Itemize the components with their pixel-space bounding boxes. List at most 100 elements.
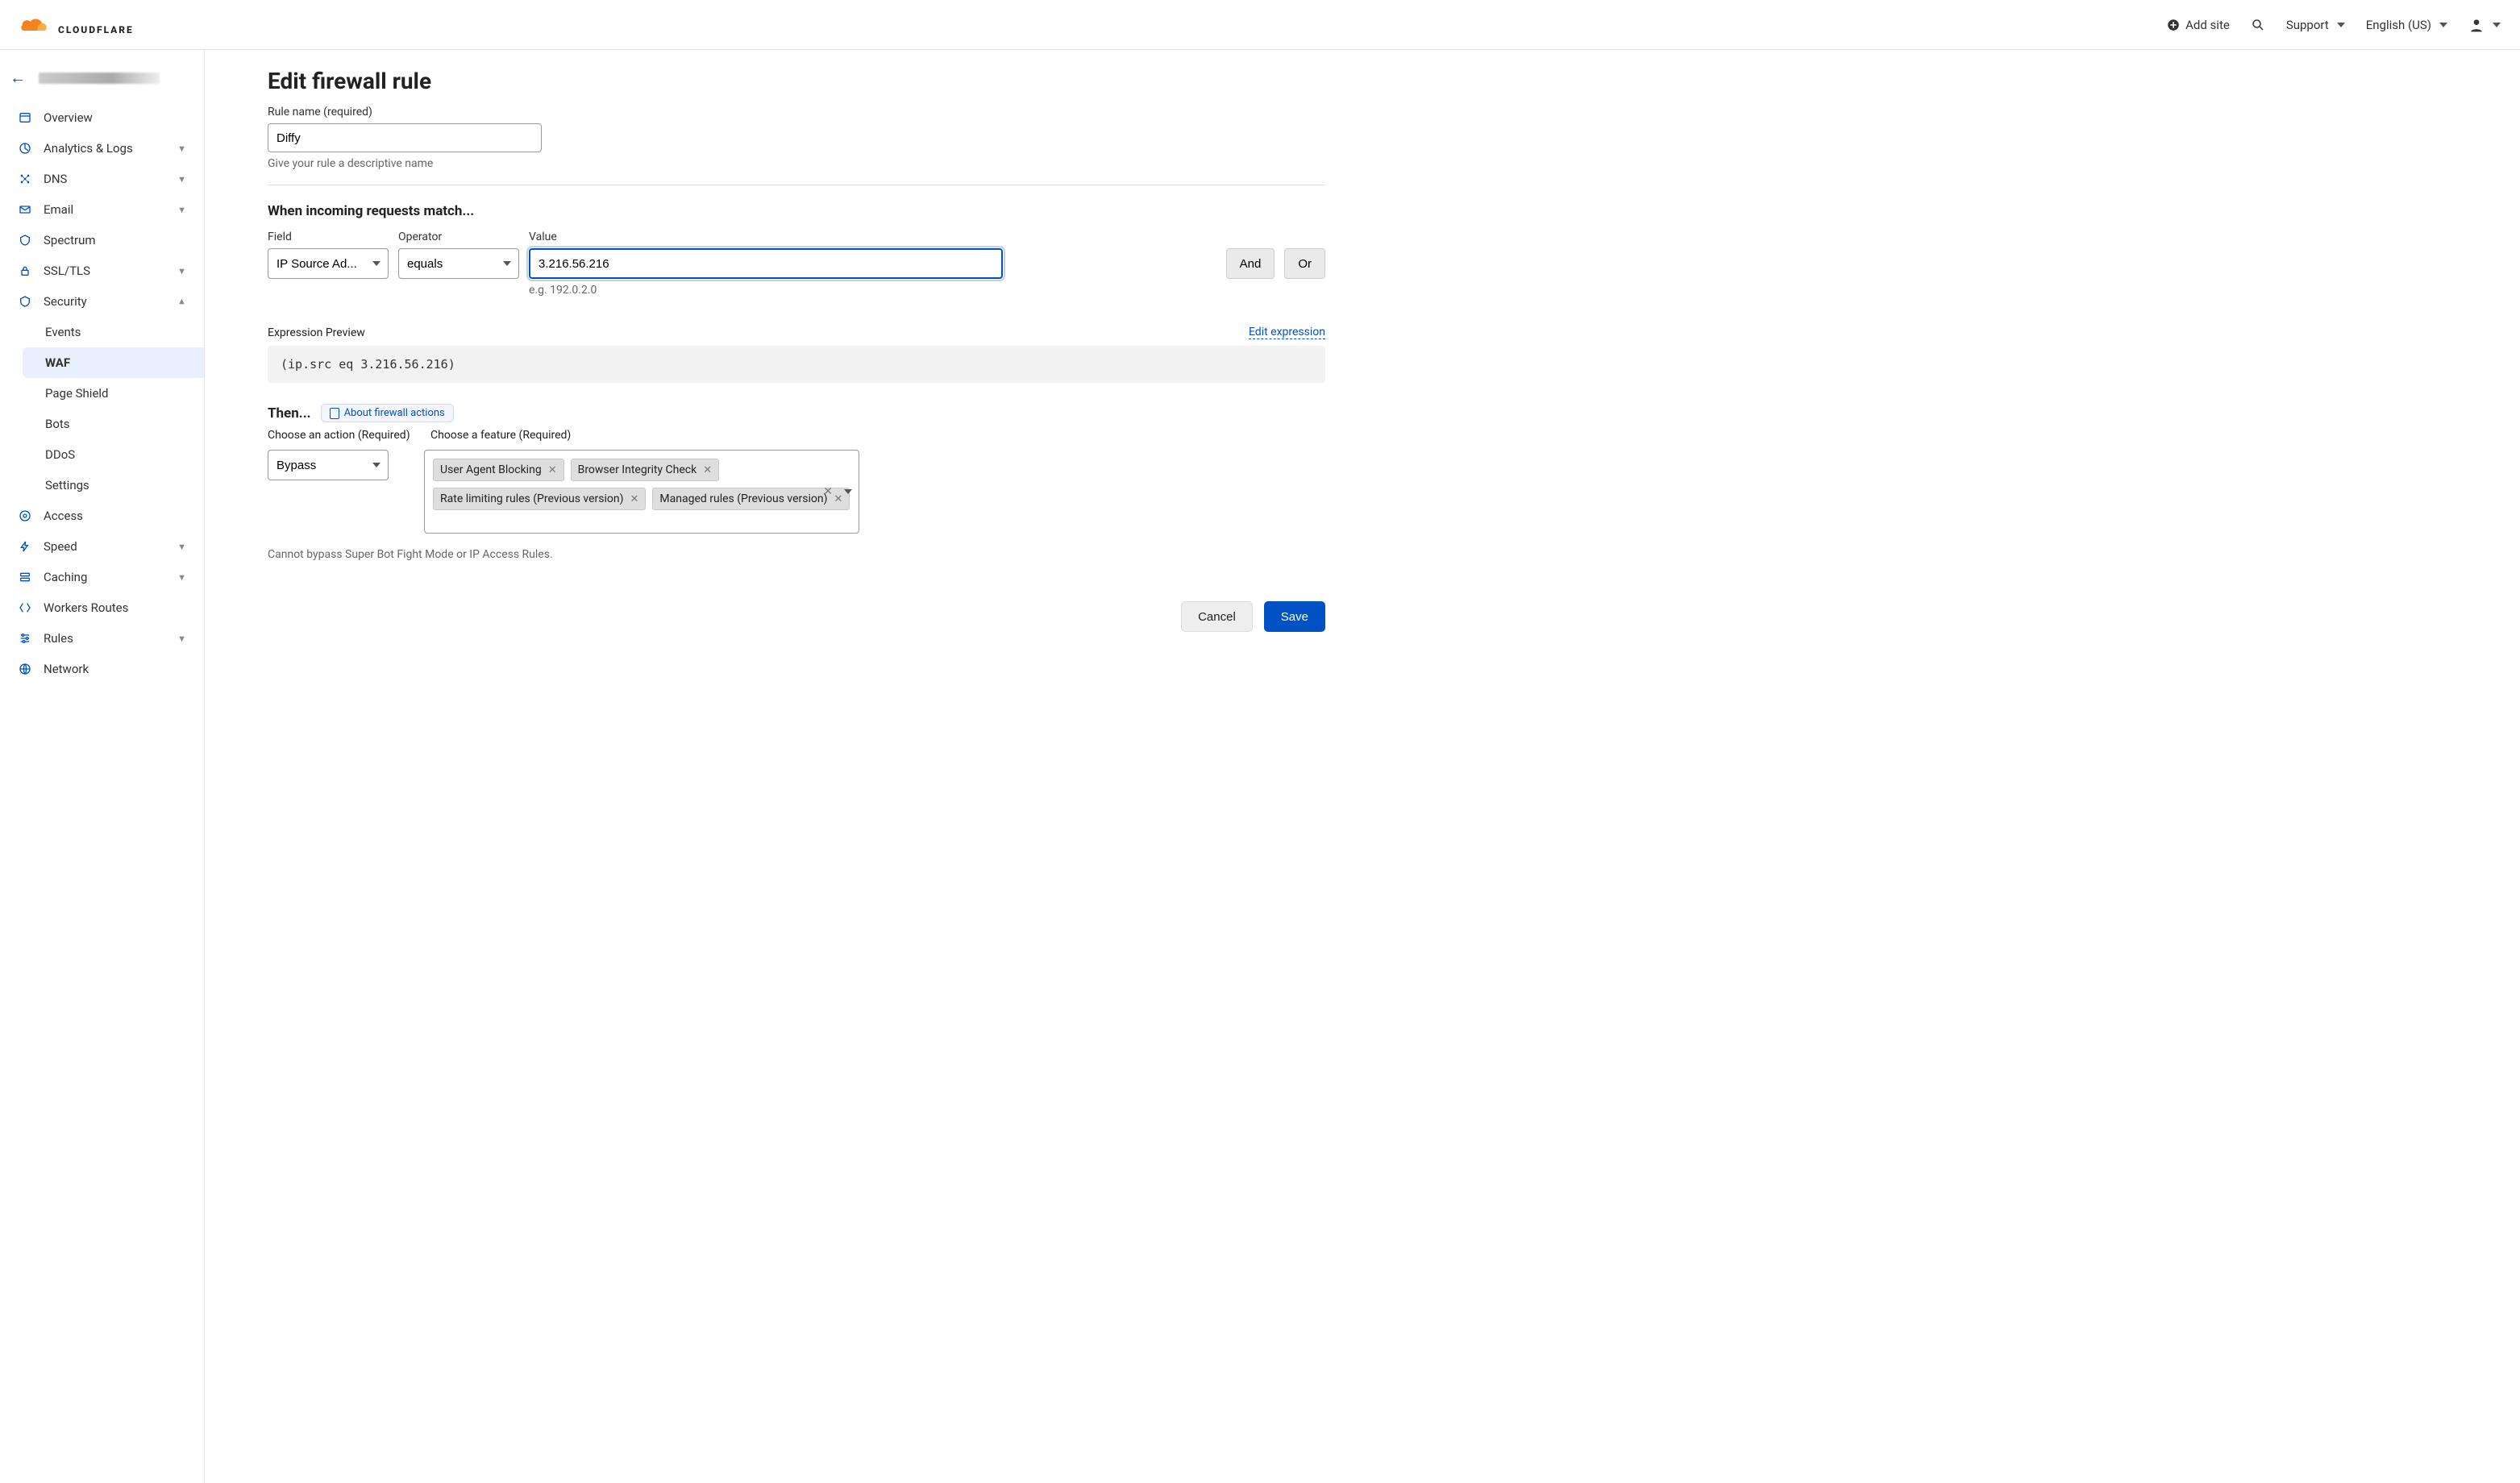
logo-text: CLOUDFLARE (58, 24, 134, 35)
sidebar-item-label: Events (45, 325, 81, 339)
sidebar-item-label: Caching (44, 570, 87, 584)
sidebar-item-label: DNS (44, 172, 67, 186)
sidebar-item-spectrum[interactable]: Spectrum (0, 225, 204, 255)
logo[interactable]: CLOUDFLARE (19, 15, 134, 35)
save-button[interactable]: Save (1264, 601, 1325, 632)
choose-action-label: Choose an action (Required) (268, 429, 422, 442)
sidebar-item-label: DDoS (45, 447, 75, 462)
clear-all-icon[interactable]: ✕ (823, 485, 833, 498)
sidebar-item-dns[interactable]: DNS ▼ (0, 164, 204, 194)
add-site-button[interactable]: Add site (2166, 18, 2230, 32)
sidebar-item-network[interactable]: Network (0, 654, 204, 684)
operator-label: Operator (398, 231, 519, 243)
back-button[interactable]: ← (10, 68, 26, 88)
sidebar-item-overview[interactable]: Overview (0, 102, 204, 133)
feature-tag: Managed rules (Previous version)✕ (652, 488, 850, 510)
sidebar-item-label: Bots (45, 417, 70, 431)
sidebar-item-caching[interactable]: Caching▼ (0, 562, 204, 592)
sidebar-item-security[interactable]: Security ▼ (0, 286, 204, 317)
feature-tag-label: Managed rules (Previous version) (659, 492, 827, 505)
chevron-up-icon: ▼ (177, 297, 186, 307)
and-button[interactable]: And (1226, 248, 1275, 279)
about-actions-link[interactable]: About firewall actions (321, 404, 454, 422)
breadcrumb: ← (0, 63, 204, 98)
feature-tag-label: Rate limiting rules (Previous version) (440, 492, 624, 505)
sidebar-sub-ddos[interactable]: DDoS (0, 439, 204, 470)
chevron-down-icon[interactable] (844, 489, 852, 494)
sidebar-item-access[interactable]: Access (0, 501, 204, 531)
doc-icon (330, 408, 339, 419)
operator-select[interactable]: equals (398, 248, 519, 279)
sidebar: ← Overview Analytics & Logs▼ DNS ▼ Email ▼… (0, 50, 205, 1483)
sidebar-item-label: Email (44, 202, 73, 217)
overview-icon (18, 111, 32, 124)
chevron-down-icon: ▼ (177, 542, 186, 552)
analytics-icon (18, 142, 32, 155)
user-icon (2468, 17, 2485, 33)
chevron-down-icon: ▼ (177, 174, 186, 185)
lock-icon (18, 264, 32, 277)
sidebar-item-label: Network (44, 662, 89, 676)
sidebar-sub-bots[interactable]: Bots (0, 409, 204, 439)
remove-tag-icon[interactable]: ✕ (548, 464, 557, 476)
account-menu[interactable] (2468, 17, 2501, 33)
sidebar-sub-waf[interactable]: WAF (23, 347, 204, 378)
sidebar-sub-events[interactable]: Events (0, 317, 204, 347)
access-icon (18, 509, 32, 522)
plus-circle-icon (2166, 18, 2181, 32)
spectrum-icon (18, 234, 32, 247)
sidebar-item-rules[interactable]: Rules ▼ (0, 623, 204, 654)
edit-expression-link[interactable]: Edit expression (1249, 326, 1325, 339)
sidebar-item-label: Workers Routes (44, 600, 128, 615)
page-title: Edit firewall rule (268, 68, 1325, 94)
sidebar-item-label: Access (44, 509, 83, 523)
feature-tag: User Agent Blocking ✕ (433, 459, 564, 481)
feature-tag: Browser Integrity Check✕ (571, 459, 720, 481)
shield-icon (18, 295, 32, 308)
value-hint: e.g. 192.0.2.0 (529, 284, 1216, 297)
language-label: English (US) (2366, 18, 2431, 32)
site-name-redacted (39, 73, 160, 84)
value-label: Value (529, 231, 1216, 243)
sidebar-item-workers[interactable]: Workers Routes (0, 592, 204, 623)
support-label: Support (2286, 18, 2329, 32)
value-input[interactable] (529, 248, 1003, 279)
feature-tag-label: User Agent Blocking (440, 463, 542, 476)
rule-name-input[interactable] (268, 123, 542, 152)
feature-multiselect[interactable]: User Agent Blocking ✕ Browser Integrity C… (424, 450, 859, 534)
sidebar-item-analytics[interactable]: Analytics & Logs▼ (0, 133, 204, 164)
main-content: Edit firewall rule Rule name (required) … (205, 50, 1358, 1483)
sidebar-item-speed[interactable]: Speed ▼ (0, 531, 204, 562)
sidebar-item-email[interactable]: Email ▼ (0, 194, 204, 225)
remove-tag-icon[interactable]: ✕ (703, 464, 712, 476)
search-icon (2251, 18, 2265, 32)
language-menu[interactable]: English (US) (2366, 18, 2447, 32)
expression-preview-label: Expression Preview (268, 326, 365, 339)
form-footer: Cancel Save (268, 601, 1325, 632)
then-header: Then... About firewall actions (268, 404, 1325, 422)
action-select[interactable]: Bypass (268, 450, 389, 480)
sidebar-item-ssl[interactable]: SSL/TLS▼ (0, 255, 204, 286)
chevron-down-icon: ▼ (177, 633, 186, 644)
email-icon (18, 203, 32, 216)
sidebar-sub-pageshield[interactable]: Page Shield (0, 378, 204, 409)
chevron-down-icon: ▼ (177, 205, 186, 215)
cancel-button[interactable]: Cancel (1181, 601, 1253, 632)
sidebar-item-label: WAF (45, 355, 70, 370)
header-right: Add site Support English (US) (2166, 17, 2501, 33)
chevron-down-icon (2493, 23, 2501, 27)
sidebar-item-label: Speed (44, 539, 77, 554)
sidebar-sub-settings[interactable]: Settings (0, 470, 204, 501)
remove-tag-icon[interactable]: ✕ (630, 493, 639, 505)
support-menu[interactable]: Support (2286, 18, 2345, 32)
sidebar-item-label: Rules (44, 631, 73, 646)
chevron-down-icon (2337, 23, 2345, 27)
field-select[interactable]: IP Source Ad... (268, 248, 389, 279)
or-button[interactable]: Or (1284, 248, 1325, 279)
search-button[interactable] (2251, 18, 2265, 32)
feature-tag: Rate limiting rules (Previous version) ✕ (433, 488, 646, 510)
cloud-icon (19, 15, 55, 35)
sidebar-nav: Overview Analytics & Logs▼ DNS ▼ Email ▼ S… (0, 98, 204, 689)
sidebar-item-label: Security (44, 294, 87, 309)
dns-icon (18, 172, 32, 185)
